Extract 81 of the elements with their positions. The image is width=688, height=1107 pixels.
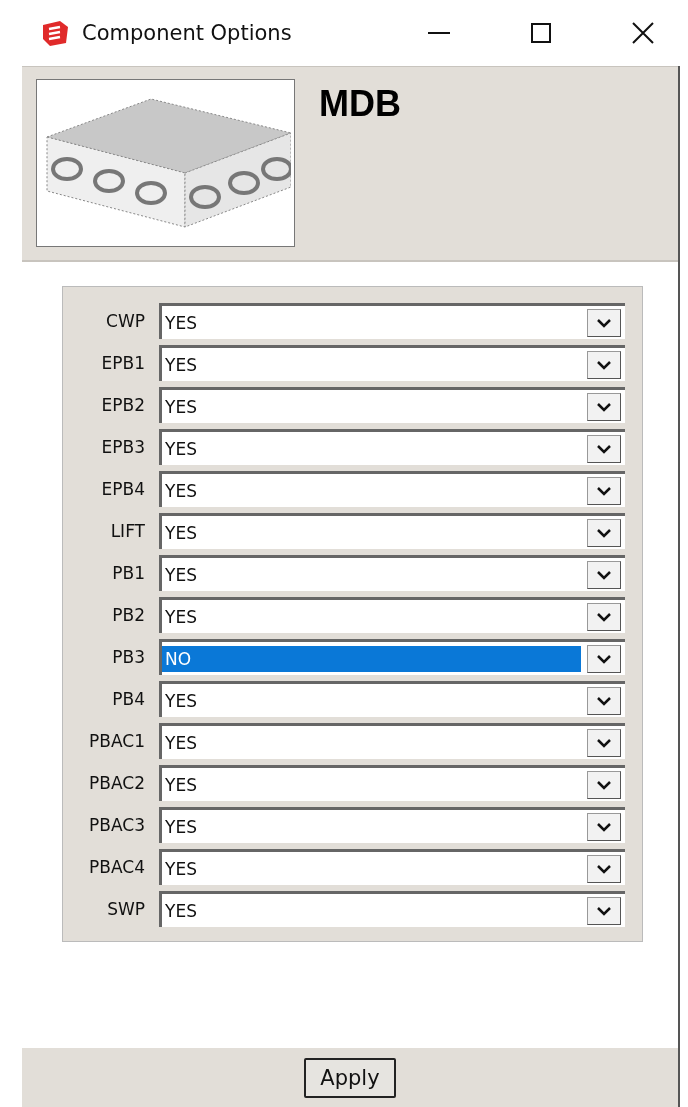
option-dropdown[interactable]: YES [159,387,625,423]
chevron-down-icon [596,569,612,580]
dropdown-value: YES [164,857,198,881]
chevron-down-icon [596,401,612,412]
dropdown-value: NO [162,645,581,672]
dropdown-button[interactable] [587,518,621,547]
dropdown-button[interactable] [587,770,621,799]
option-dropdown[interactable]: YES [159,765,625,801]
dropdown-button[interactable] [587,812,621,841]
dropdown-button[interactable] [587,434,621,463]
chevron-down-icon [596,317,612,328]
dropdown-button[interactable] [587,728,621,757]
window-title: Component Options [82,21,293,45]
chevron-down-icon [596,737,612,748]
chevron-down-icon [596,485,612,496]
dropdown-value: YES [164,563,198,587]
dropdown-button[interactable] [587,896,621,925]
dropdown-button[interactable] [587,350,621,379]
option-dropdown[interactable]: YES [159,807,625,843]
option-dropdown[interactable]: YES [159,303,625,339]
dropdown-value: YES [164,899,198,923]
option-label: EPB2 [100,395,146,415]
option-label: PBAC4 [88,857,146,877]
dropdown-value: YES [164,521,198,545]
dropdown-button[interactable] [587,686,621,715]
chevron-down-icon [596,863,612,874]
option-dropdown[interactable]: NO [159,639,625,675]
option-label: EPB4 [100,479,146,499]
chevron-down-icon [596,527,612,538]
option-dropdown[interactable]: YES [159,849,625,885]
option-label: LIFT [109,521,146,541]
option-dropdown[interactable]: YES [159,723,625,759]
option-dropdown[interactable]: YES [159,597,625,633]
dropdown-value: YES [164,689,198,713]
chevron-down-icon [596,779,612,790]
maximize-icon[interactable] [531,23,551,43]
chevron-down-icon [596,695,612,706]
option-dropdown[interactable]: YES [159,471,625,507]
option-label: PB4 [111,689,146,709]
chevron-down-icon [596,905,612,916]
dropdown-button[interactable] [587,602,621,631]
dropdown-value: YES [164,773,198,797]
dropdown-value: YES [164,731,198,755]
option-label: EPB1 [100,353,146,373]
dropdown-value: YES [164,437,198,461]
chevron-down-icon [596,653,612,664]
option-dropdown[interactable]: YES [159,345,625,381]
apply-button[interactable]: Apply [304,1057,396,1098]
component-name: MDB [319,83,401,125]
option-dropdown[interactable]: YES [159,555,625,591]
dropdown-button[interactable] [587,854,621,883]
dropdown-button[interactable] [587,392,621,421]
app-logo-icon [40,19,70,47]
chevron-down-icon [596,443,612,454]
option-dropdown[interactable]: YES [159,681,625,717]
dropdown-value: YES [164,395,198,419]
option-dropdown[interactable]: YES [159,891,625,927]
option-label: PB1 [111,563,146,583]
dropdown-value: YES [164,311,198,335]
chevron-down-icon [596,821,612,832]
dropdown-button[interactable] [587,560,621,589]
option-label: PB2 [111,605,146,625]
option-label: PB3 [111,647,146,667]
dropdown-value: YES [164,815,198,839]
dropdown-button[interactable] [587,644,621,673]
dropdown-value: YES [164,353,198,377]
option-label: SWP [106,899,146,919]
option-dropdown[interactable]: YES [159,429,625,465]
dropdown-button[interactable] [587,308,621,337]
option-label: PBAC1 [88,731,146,751]
option-label: EPB3 [100,437,146,457]
chevron-down-icon [596,611,612,622]
dropdown-value: YES [164,605,198,629]
close-icon[interactable] [632,22,654,44]
option-label: PBAC2 [88,773,146,793]
option-label: CWP [105,311,146,331]
option-dropdown[interactable]: YES [159,513,625,549]
chevron-down-icon [596,359,612,370]
dropdown-value: YES [164,479,198,503]
dropdown-button[interactable] [587,476,621,505]
option-label: PBAC3 [88,815,146,835]
